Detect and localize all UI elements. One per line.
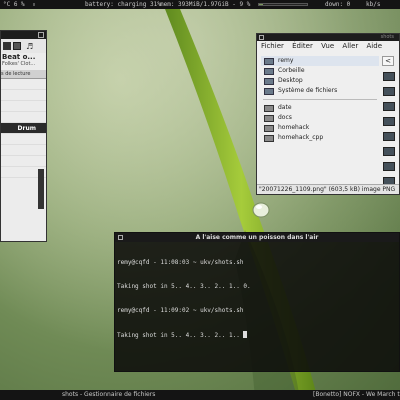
list-item[interactable] [1,112,46,123]
bottom-taskbar: shots - Gestionnaire de fichiers [Bonett… [0,390,400,400]
window-title: A l'aise comme un poisson dans l'air [195,234,319,241]
image-thumbnail [383,147,395,156]
menu-aller[interactable]: Aller [342,42,358,50]
song-artist: Folkes' Clot... [2,61,36,67]
playlist: Drum [1,79,46,209]
close-icon[interactable] [38,32,44,38]
place-desktop[interactable]: Desktop [261,76,379,86]
volume-icon[interactable]: ♬ [26,42,33,51]
image-thumbnail [383,117,395,126]
image-thumbnail [383,162,395,171]
thumbnail-strip [382,72,399,192]
harddisk-icon [264,88,274,95]
terminal-line: Taking shot in 5.. 4.. 3.. 2.. 1.. 0. [117,283,251,290]
list-item[interactable] [1,90,46,101]
folder-date[interactable]: date [261,103,379,113]
menu-fichier[interactable]: Fichier [261,42,284,50]
back-button[interactable]: < [382,56,394,66]
folder-icon [264,105,274,112]
folder-icon [264,115,274,122]
place-filesystem[interactable]: Système de fichiers [261,86,379,96]
battery-meter-box [33,3,35,6]
image-thumbnail [383,102,395,111]
terminal-line: Taking shot in 5.. 4.. 3.. 2.. 1.. [117,331,397,340]
window-titlebar[interactable] [1,31,46,39]
folder-icon [264,125,274,132]
terminal-output[interactable]: remy@cqfd - 11:08:03 ~ ukv/shots.sh Taki… [115,242,399,357]
tab-playlist[interactable]: s de lecture [1,70,46,79]
memory-meter-box [258,3,308,6]
folder-docs[interactable]: docs [261,113,379,123]
list-item[interactable] [1,101,46,112]
image-thumbnail [383,132,395,141]
text-cursor [243,331,248,338]
desktop-icon [264,78,274,85]
divider [263,96,377,100]
folder-homehack-cpp[interactable]: homehack_cpp [261,133,379,143]
status-bar: "20071226_1109.png" (603,5 kB) image PNG [257,184,399,194]
terminal-line: remy@cqfd - 11:08:03 ~ ukv/shots.sh [117,259,244,266]
memory-label: mem: 393MiB/1.97GiB - 9 % [160,1,251,8]
network-unit: kb/s [366,1,381,8]
music-player-window[interactable]: ♬ Beat o... Folkes' Clot... s de lecture… [0,30,47,242]
song-title: Beat o... [2,53,36,61]
image-thumbnail [383,87,395,96]
scrollbar-thumb[interactable] [38,169,44,209]
folder-icon [264,135,274,142]
terminal-window[interactable]: A l'aise comme un poisson dans l'air rem… [114,232,400,372]
trash-icon [264,68,274,75]
place-home[interactable]: remy [261,56,379,66]
water-drop [252,202,270,218]
list-item[interactable] [1,145,46,156]
window-titlebar[interactable]: shots [257,34,399,41]
menu-vue[interactable]: Vue [321,42,334,50]
battery-label: battery: charging 31% [85,1,161,8]
window-titlebar[interactable]: A l'aise comme un poisson dans l'air [115,233,399,242]
memory-meter-fill [259,4,264,5]
top-status-bar: °C 6 % battery: charging 31% mem: 393MiB… [0,0,400,9]
list-item[interactable] [1,134,46,145]
place-trash[interactable]: Corbeille [261,66,379,76]
stop-button[interactable] [13,42,21,50]
image-thumbnail [383,72,395,81]
file-manager-window[interactable]: shots Fichier Éditer Vue Aller Aide remy… [256,33,400,195]
menu-aide[interactable]: Aide [367,42,382,50]
list-item[interactable] [1,156,46,167]
window-title: shots [380,34,394,40]
menu-editer[interactable]: Éditer [292,42,313,50]
active-window-title[interactable]: shots - Gestionnaire de fichiers [62,390,155,400]
list-item-selected[interactable]: Drum [1,123,46,134]
menu-bar: Fichier Éditer Vue Aller Aide [257,41,399,51]
network-down-label: down: 0 [325,1,351,8]
play-button[interactable] [3,42,11,50]
places-sidebar: remy Corbeille Desktop Système de fichie… [261,56,379,143]
home-folder-icon [264,58,274,65]
close-icon[interactable] [118,235,123,240]
now-playing: [Bonetto] NOFX - We March to the [313,391,400,398]
list-item[interactable] [1,79,46,90]
folder-homehack[interactable]: homehack [261,123,379,133]
close-icon[interactable] [259,35,264,40]
terminal-line: remy@cqfd - 11:09:02 ~ ukv/shots.sh [117,307,244,314]
player-controls: ♬ [1,39,46,53]
temperature-readout: °C 6 % [3,1,25,8]
